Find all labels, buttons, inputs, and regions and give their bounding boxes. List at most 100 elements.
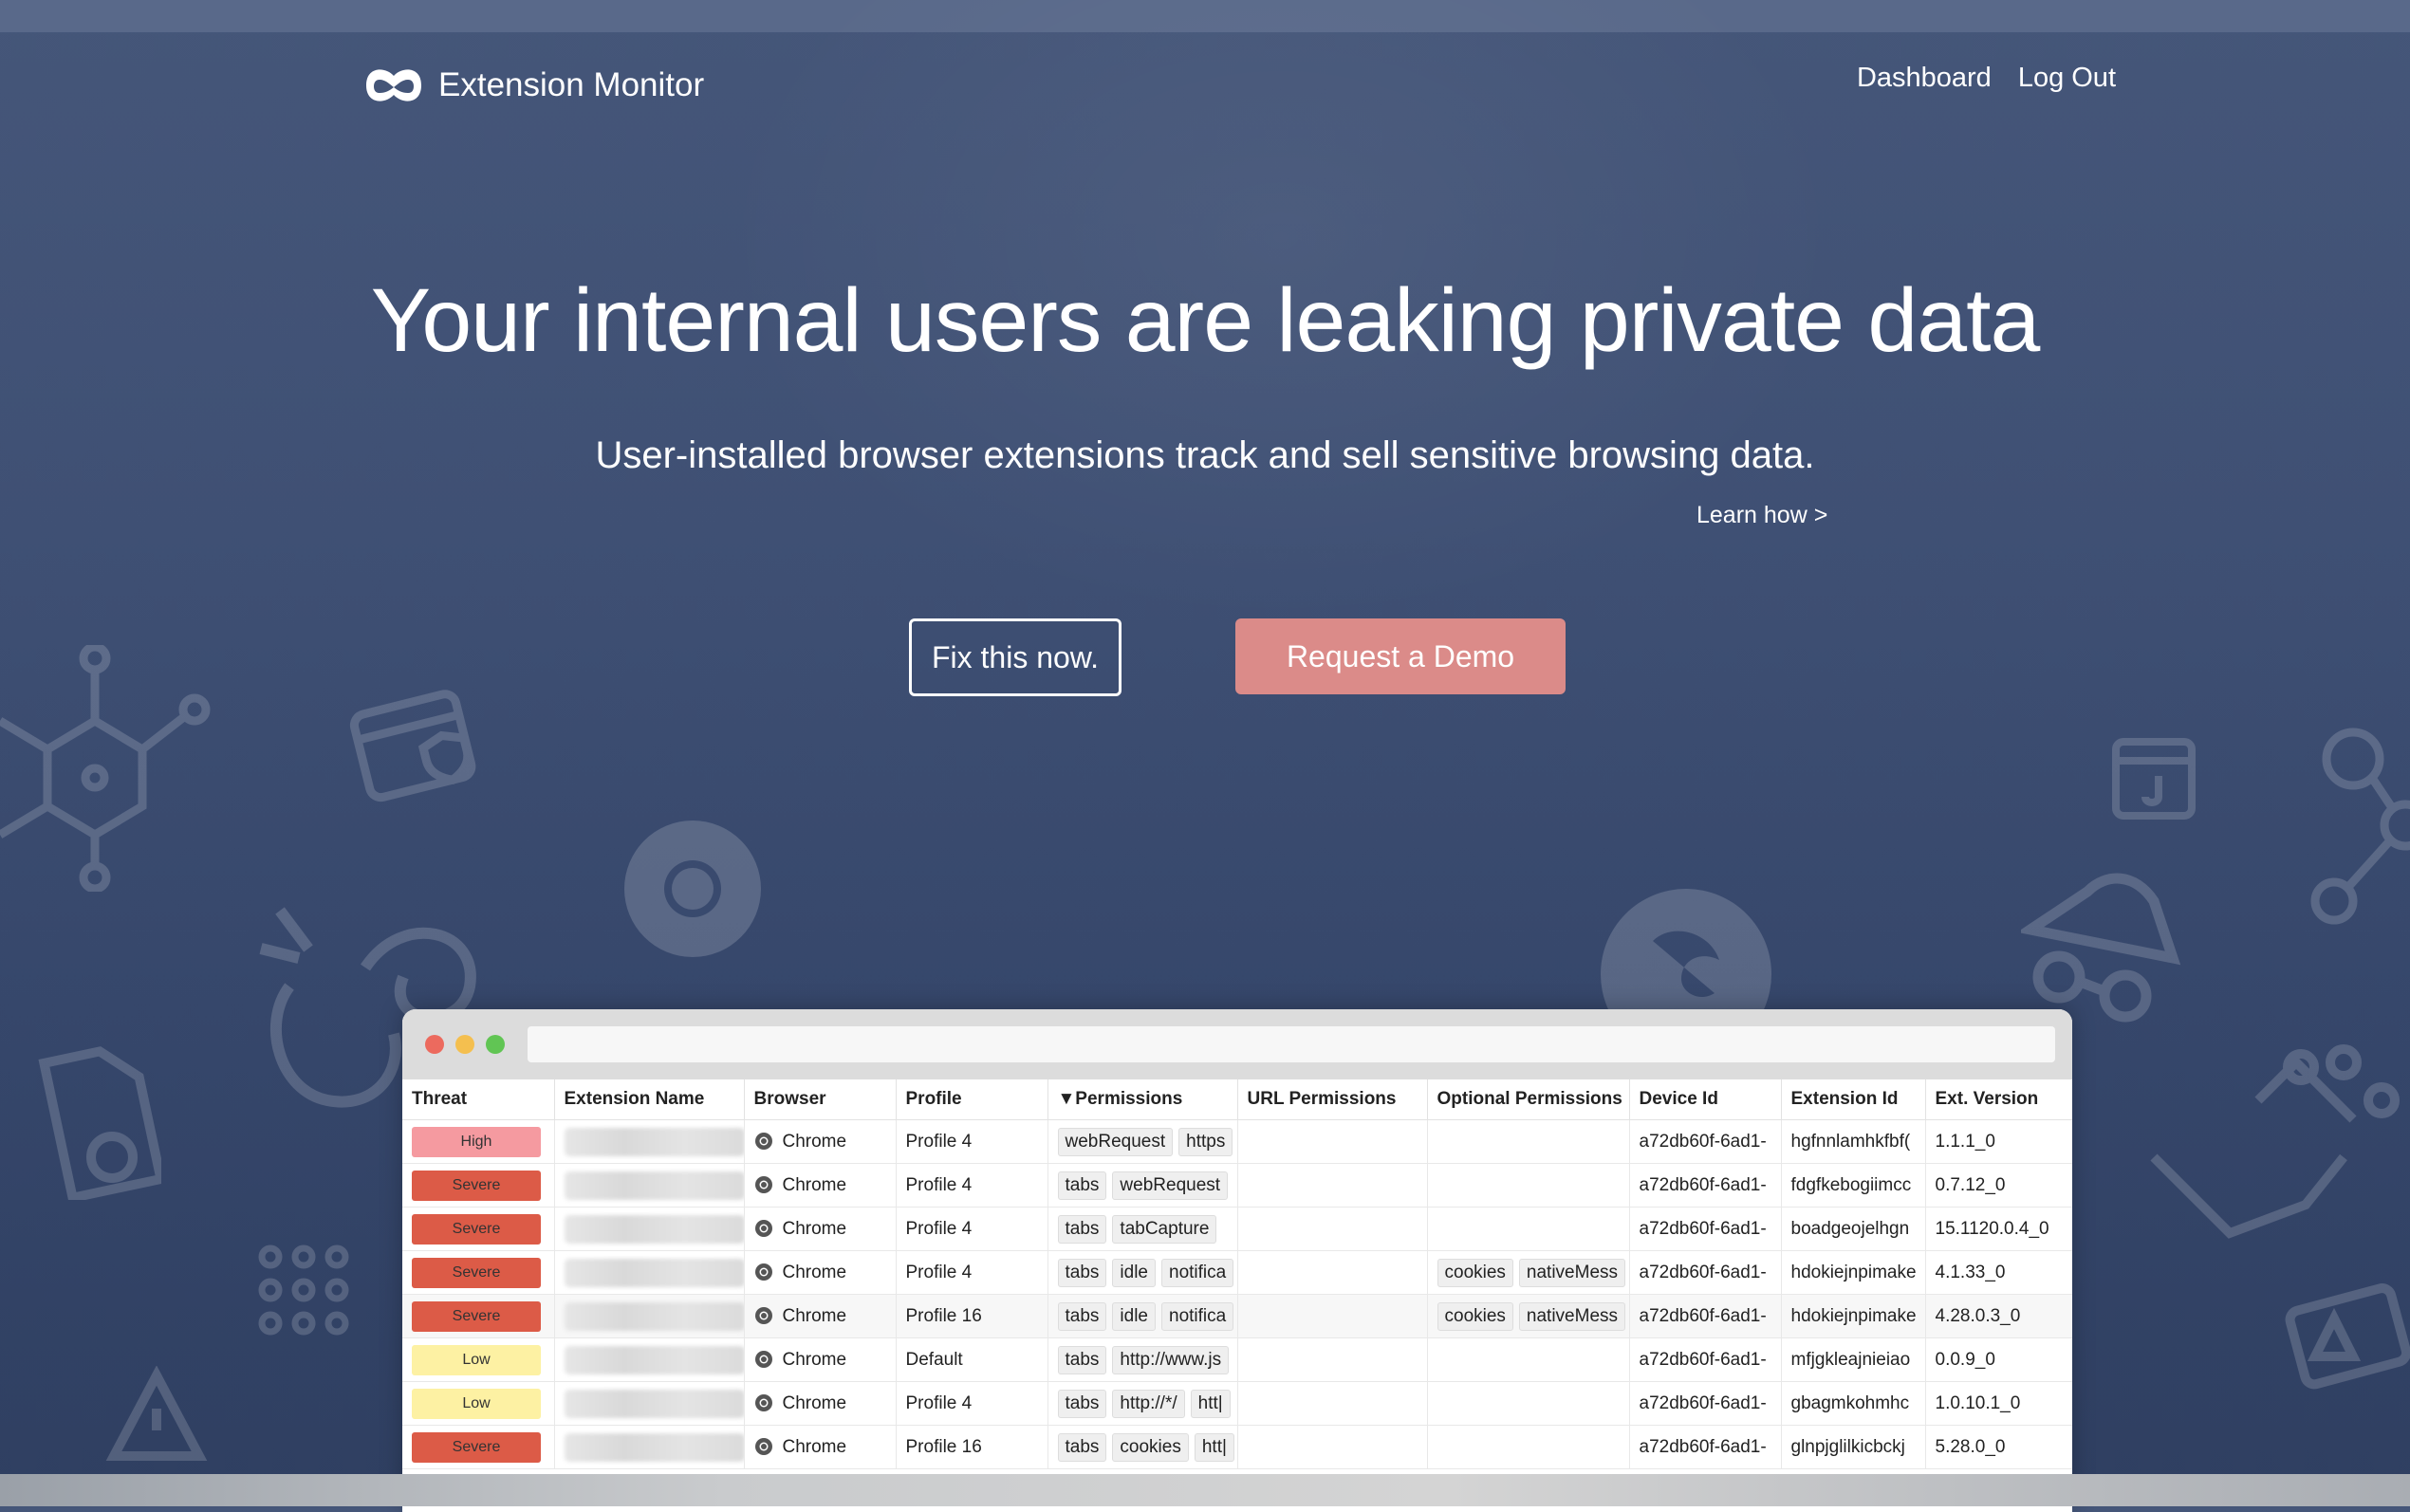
table-row[interactable]: High Chrome Profile 4 webRequest https a72db6… bbox=[402, 1119, 2072, 1164]
permission-tag: http://*/ bbox=[1112, 1389, 1185, 1418]
minimize-window-dot[interactable] bbox=[455, 1035, 474, 1054]
version-cell: 5.28.0_0 bbox=[1925, 1425, 2072, 1469]
permission-tag: tabs bbox=[1057, 1345, 1107, 1374]
threat-badge: Severe bbox=[412, 1170, 541, 1201]
column-header[interactable]: ▼Permissions bbox=[1047, 1079, 1238, 1120]
spy-hat-glasses-icon bbox=[2021, 863, 2192, 1024]
nav-logout-link[interactable]: Log Out bbox=[2018, 63, 2116, 94]
url-permissions-cell bbox=[1237, 1381, 1428, 1426]
profile-cell: Profile 4 bbox=[896, 1163, 1048, 1208]
permission-tag: idle bbox=[1112, 1258, 1156, 1287]
browser-cell: Chrome bbox=[744, 1381, 897, 1426]
fix-now-button[interactable]: Fix this now. bbox=[909, 618, 1122, 696]
table-row[interactable]: Low Chrome Profile 4 tabs http://*/htt| a72db… bbox=[402, 1381, 2072, 1426]
extension-id-cell: glnpjglilkicbckj bbox=[1781, 1425, 1926, 1469]
threat-badge: Low bbox=[412, 1344, 541, 1375]
threat-badge: Low bbox=[412, 1388, 541, 1419]
hero-subtitle: User-installed browser extensions track … bbox=[595, 434, 1815, 476]
browser-shield-icon bbox=[349, 683, 484, 806]
extension-id-cell: gbagmkohmhc bbox=[1781, 1381, 1926, 1426]
optional-permissions-cell bbox=[1427, 1163, 1630, 1208]
column-header[interactable]: Ext. Version bbox=[1925, 1079, 2072, 1120]
optional-permission-tag: cookies bbox=[1437, 1258, 1513, 1287]
redacted-extension-name bbox=[564, 1301, 743, 1331]
chrome-icon bbox=[754, 1133, 772, 1151]
table-row[interactable]: Severe Chrome Profile 4 tabs tabCapture a72db… bbox=[402, 1207, 2072, 1251]
table-header-row: Threat Extension Name Browser Profile ▼Permi… bbox=[402, 1079, 2072, 1120]
browser-cell: Chrome bbox=[744, 1294, 897, 1338]
column-header[interactable]: Profile bbox=[896, 1079, 1048, 1120]
version-cell: 4.28.0.3_0 bbox=[1925, 1294, 2072, 1338]
version-cell: 1.0.10.1_0 bbox=[1925, 1381, 2072, 1426]
permission-tag: htt| bbox=[1194, 1432, 1234, 1462]
chrome-icon bbox=[754, 1394, 772, 1412]
table-row[interactable]: Low Chrome Default tabs http://www.js a72db60… bbox=[402, 1337, 2072, 1382]
learn-how-link[interactable]: Learn how > bbox=[1696, 502, 1827, 529]
chrome-icon bbox=[754, 1220, 772, 1238]
permission-tag: tabs bbox=[1057, 1214, 1107, 1244]
top-nav: Dashboard Log Out bbox=[1857, 63, 2116, 94]
extension-name-cell bbox=[554, 1163, 745, 1208]
permission-tag: webRequest bbox=[1112, 1171, 1229, 1200]
hand-chip-icon bbox=[2144, 1043, 2410, 1252]
permission-tag: tabs bbox=[1057, 1432, 1107, 1462]
device-id-cell: a72db60f-6ad1- bbox=[1629, 1337, 1782, 1382]
column-header[interactable]: URL Permissions bbox=[1237, 1079, 1428, 1120]
column-header[interactable]: Optional Permissions bbox=[1427, 1079, 1630, 1120]
table-row[interactable]: Severe Chrome Profile 4 tabs idle notifica coo… bbox=[402, 1250, 2072, 1295]
column-header[interactable]: Device Id bbox=[1629, 1079, 1782, 1120]
version-cell: 1.1.1_0 bbox=[1925, 1119, 2072, 1164]
optional-permissions-cell: cookies nativeMess bbox=[1427, 1250, 1630, 1295]
graph-nodes-icon bbox=[2296, 721, 2410, 939]
device-id-cell: a72db60f-6ad1- bbox=[1629, 1163, 1782, 1208]
extension-id-cell: boadgeojelhgn bbox=[1781, 1207, 1926, 1251]
column-header[interactable]: Extension Name bbox=[554, 1079, 745, 1120]
permission-tag: tabs bbox=[1057, 1389, 1107, 1418]
column-header[interactable]: Threat bbox=[402, 1079, 555, 1120]
optional-permission-tag: cookies bbox=[1437, 1301, 1513, 1331]
extension-id-cell: fdgfkebogiimcc bbox=[1781, 1163, 1926, 1208]
table-row[interactable]: Severe Chrome Profile 16 tabs cookies htt| a72… bbox=[402, 1425, 2072, 1469]
request-demo-button[interactable]: Request a Demo bbox=[1235, 618, 1566, 694]
nav-dashboard-link[interactable]: Dashboard bbox=[1857, 63, 1992, 94]
calendar-app-icon bbox=[2106, 730, 2201, 825]
zoom-window-dot[interactable] bbox=[486, 1035, 505, 1054]
browser-name: Chrome bbox=[782, 1262, 847, 1282]
browser-name: Chrome bbox=[782, 1392, 847, 1413]
window-titlebar bbox=[402, 1009, 2072, 1079]
warning-triangle-icon bbox=[104, 1366, 209, 1470]
close-window-dot[interactable] bbox=[425, 1035, 444, 1054]
permission-tag: htt| bbox=[1190, 1389, 1231, 1418]
redacted-extension-name bbox=[564, 1432, 743, 1462]
address-bar[interactable] bbox=[528, 1026, 2055, 1062]
redacted-extension-name bbox=[564, 1258, 743, 1287]
chrome-icon bbox=[754, 1307, 772, 1325]
profile-cell: Default bbox=[896, 1337, 1048, 1382]
brand[interactable]: Extension Monitor bbox=[362, 65, 704, 106]
permissions-cell: tabs tabCapture bbox=[1047, 1207, 1238, 1251]
threat-badge: Severe bbox=[412, 1213, 541, 1245]
table-row[interactable]: Severe Chrome Profile 4 tabs webRequest a72db… bbox=[402, 1163, 2072, 1208]
table-body: High Chrome Profile 4 webRequest https a72db6… bbox=[402, 1119, 2072, 1469]
threat-cell: Severe bbox=[402, 1163, 555, 1208]
permission-tag: https bbox=[1178, 1127, 1233, 1156]
url-permissions-cell bbox=[1237, 1294, 1428, 1338]
version-cell: 0.0.9_0 bbox=[1925, 1337, 2072, 1382]
column-header[interactable]: Browser bbox=[744, 1079, 897, 1120]
permissions-cell: webRequest https bbox=[1047, 1119, 1238, 1164]
extension-id-cell: mfjgkleajnieiao bbox=[1781, 1337, 1926, 1382]
browser-cell: Chrome bbox=[744, 1250, 897, 1295]
table-row[interactable]: Severe Chrome Profile 16 tabs idle notifica co… bbox=[402, 1294, 2072, 1338]
chrome-icon bbox=[754, 1351, 772, 1369]
extension-id-cell: hdokiejnpimake bbox=[1781, 1294, 1926, 1338]
extension-name-cell bbox=[554, 1119, 745, 1164]
threat-cell: Severe bbox=[402, 1250, 555, 1295]
device-id-cell: a72db60f-6ad1- bbox=[1629, 1250, 1782, 1295]
browser-cell: Chrome bbox=[744, 1207, 897, 1251]
infinity-mask-icon bbox=[366, 69, 421, 101]
permissions-cell: tabs http://www.js bbox=[1047, 1337, 1238, 1382]
threat-badge: Severe bbox=[412, 1257, 541, 1288]
permission-tag: notifica bbox=[1161, 1258, 1234, 1287]
version-cell: 15.1120.0.4_0 bbox=[1925, 1207, 2072, 1251]
column-header[interactable]: Extension Id bbox=[1781, 1079, 1926, 1120]
